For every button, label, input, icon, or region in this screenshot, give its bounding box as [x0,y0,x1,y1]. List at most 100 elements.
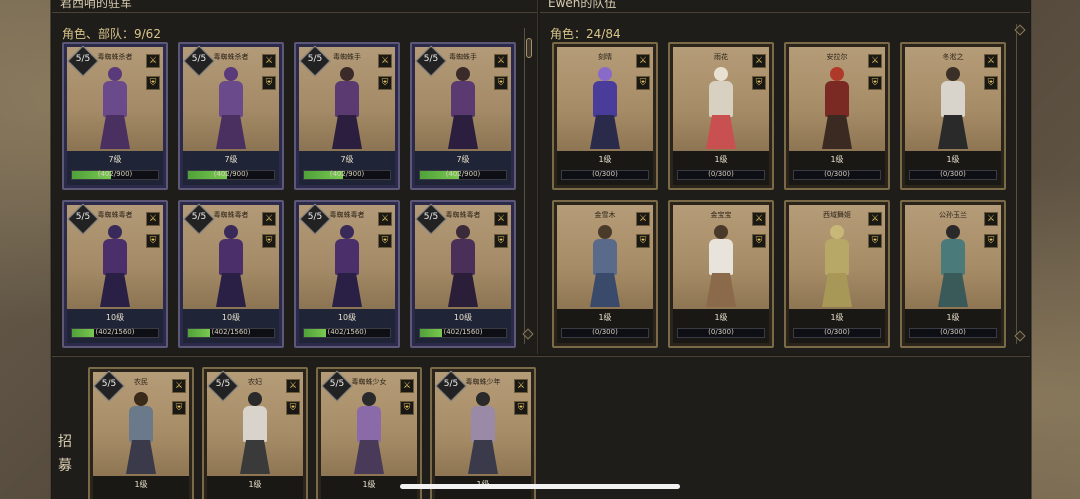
tier-badge-text: 5/5 [307,54,323,64]
title-divider [540,12,1030,13]
armor-icon[interactable]: ⛨ [146,234,160,248]
sword-icon[interactable]: ⚔ [636,54,650,68]
sword-icon[interactable]: ⚔ [636,212,650,226]
unit-info-strip: 1级 (0/300) [557,151,653,185]
xp-text: (402/1560) [95,328,135,336]
unit-level: 1级 [830,155,844,164]
unit-card[interactable]: 5/5 毒蜘蛛毒者 ⚔ ⛨ 10级 (402/1560) [62,200,168,348]
armor-icon[interactable]: ⛨ [636,234,650,248]
armor-icon[interactable]: ⛨ [400,401,414,415]
unit-figure [463,390,503,476]
unit-figure [211,223,251,309]
armor-icon[interactable]: ⛨ [636,76,650,90]
unit-card[interactable]: 5/5 毒蜘蛛少女 ⚔ ⛨ 1级 [316,367,422,499]
unit-card[interactable]: 安拉尔 ⚔ ⛨ 1级 (0/300) [784,42,890,190]
unit-figure [817,223,857,309]
sword-icon[interactable]: ⚔ [984,54,998,68]
armor-icon[interactable]: ⛨ [868,234,882,248]
unit-name: 刻晴 [598,53,612,61]
armor-icon[interactable]: ⛨ [752,234,766,248]
garrison-scrollbar[interactable] [522,28,534,344]
sword-icon[interactable]: ⚔ [286,379,300,393]
unit-card[interactable]: 刻晴 ⚔ ⛨ 1级 (0/300) [552,42,658,190]
sword-icon[interactable]: ⚔ [146,54,160,68]
unit-card[interactable]: 5/5 毒蜘蛛毒者 ⚔ ⛨ 10级 (402/1560) [294,200,400,348]
unit-card[interactable]: 5/5 农民 ⚔ ⛨ 1级 [88,367,194,499]
xp-text: (0/300) [940,170,966,178]
sword-icon[interactable]: ⚔ [868,212,882,226]
xp-bar: (0/300) [793,328,881,338]
armor-icon[interactable]: ⛨ [984,234,998,248]
unit-figure [327,65,367,151]
armor-icon[interactable]: ⛨ [494,76,508,90]
sword-icon[interactable]: ⚔ [984,212,998,226]
armor-icon[interactable]: ⛨ [378,234,392,248]
armor-icon[interactable]: ⛨ [514,401,528,415]
armor-icon[interactable]: ⛨ [378,76,392,90]
home-indicator[interactable] [400,484,680,489]
sword-icon[interactable]: ⚔ [262,212,276,226]
armor-icon[interactable]: ⛨ [984,76,998,90]
unit-name: 金宝宝 [710,211,732,219]
xp-bar: (0/300) [677,328,765,338]
unit-card[interactable]: 5/5毒蜘蛛少年⚔⛨1级 [430,367,536,499]
armor-icon[interactable]: ⛨ [262,234,276,248]
xp-bar: (0/300) [793,170,881,180]
unit-info-strip: 1级 (0/300) [789,151,885,185]
unit-info-strip: 7级 (402/900) [183,151,279,185]
unit-card[interactable]: 金宝宝 ⚔ ⛨ 1级 (0/300) [668,200,774,348]
sword-icon[interactable]: ⚔ [378,54,392,68]
sword-icon[interactable]: ⚔ [146,212,160,226]
armor-icon[interactable]: ⛨ [752,76,766,90]
sword-icon[interactable]: ⚔ [378,212,392,226]
unit-card[interactable]: 5/5 毒蜘蛛毒者 ⚔ ⛨ 10级 (402/1560) [178,200,284,348]
armor-icon[interactable]: ⛨ [172,401,186,415]
armor-icon[interactable]: ⛨ [262,76,276,90]
sword-icon[interactable]: ⚔ [514,379,528,393]
unit-level: 10级 [105,313,125,322]
sword-icon[interactable]: ⚔ [752,212,766,226]
title-divider [52,12,537,13]
unit-card[interactable]: 雨花 ⚔ ⛨ 1级 (0/300) [668,42,774,190]
xp-text: (0/300) [824,170,850,178]
unit-card[interactable]: 5/5 毒蜘蛛手 ⚔ ⛨ 7级 (402/900) [294,42,400,190]
armor-icon[interactable]: ⛨ [868,76,882,90]
sword-icon[interactable]: ⚔ [752,54,766,68]
sword-icon[interactable]: ⚔ [172,379,186,393]
recruit-label-char-1: 招 [58,434,72,450]
unit-level: 1级 [598,155,612,164]
unit-card[interactable]: 5/5 毒蜘蛛手 ⚔ ⛨ 7级 (402/900) [410,42,516,190]
unit-card[interactable]: 5/5 毒蜘蛛杀者 ⚔ ⛨ 7级 (402/900) [178,42,284,190]
scroll-thumb[interactable] [526,38,532,58]
unit-figure [817,65,857,151]
sword-icon[interactable]: ⚔ [262,54,276,68]
unit-info-strip: 1级 (0/300) [905,309,1001,343]
sword-icon[interactable]: ⚔ [868,54,882,68]
party-scrollbar[interactable] [1014,24,1026,344]
sword-icon[interactable]: ⚔ [494,212,508,226]
sword-icon[interactable]: ⚔ [494,54,508,68]
unit-figure [443,223,483,309]
armor-icon[interactable]: ⛨ [286,401,300,415]
unit-card[interactable]: 5/5 毒蜘蛛杀者 ⚔ ⛨ 7级 (402/900) [62,42,168,190]
tier-badge-text: 5/5 [101,379,117,389]
armor-icon[interactable]: ⛨ [146,76,160,90]
unit-card[interactable]: 公孙玉兰 ⚔ ⛨ 1级 (0/300) [900,200,1006,348]
unit-card[interactable]: 5/5 农妇 ⚔ ⛨ 1级 [202,367,308,499]
tier-badge-text: 5/5 [75,54,91,64]
unit-level: 10级 [337,313,357,322]
sword-icon[interactable]: ⚔ [400,379,414,393]
unit-figure [95,223,135,309]
unit-card[interactable]: 金雪木 ⚔ ⛨ 1级 (0/300) [552,200,658,348]
scroll-end-diamond [1014,330,1026,342]
garrison-count: 角色、部队：9/62 [62,27,161,41]
unit-level: 7级 [340,155,354,164]
tier-badge-text: 5/5 [423,54,439,64]
xp-text: (0/300) [824,328,850,336]
unit-info-strip: 10级 (402/1560) [183,309,279,343]
tier-badge-text: 5/5 [191,54,207,64]
unit-card[interactable]: 西域舞姬 ⚔ ⛨ 1级 (0/300) [784,200,890,348]
unit-card[interactable]: 5/5 毒蜘蛛毒者 ⚔ ⛨ 10级 (402/1560) [410,200,516,348]
unit-card[interactable]: 冬淞之 ⚔ ⛨ 1级 (0/300) [900,42,1006,190]
armor-icon[interactable]: ⛨ [494,234,508,248]
